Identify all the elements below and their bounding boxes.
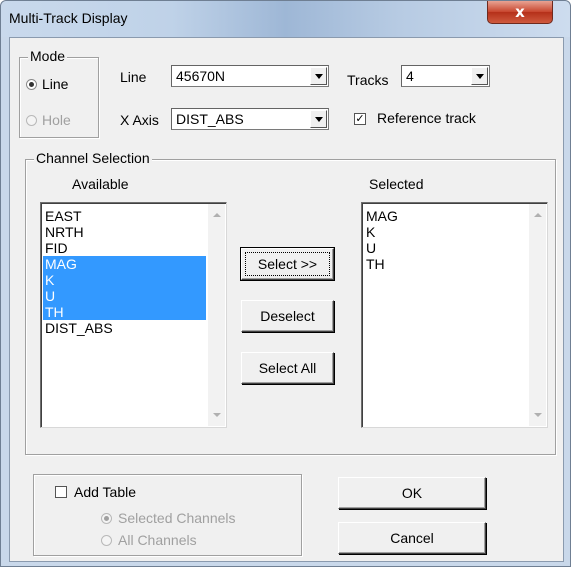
xaxis-label: X Axis (120, 112, 159, 128)
line-dropdown-button[interactable] (310, 67, 327, 85)
select-button[interactable]: Select >> (240, 247, 335, 281)
selected-scrollbar[interactable] (529, 204, 546, 426)
dialog-body: Mode Line Hole Line 45670N X Axis DIST_A… (9, 37, 564, 562)
mode-line-label[interactable]: Line (42, 76, 68, 92)
chevron-down-icon (314, 116, 323, 122)
selected-item-k[interactable]: K (364, 224, 527, 240)
available-item-mag[interactable]: MAG (43, 256, 206, 272)
xaxis-dropdown-button[interactable] (310, 110, 327, 128)
available-item-u[interactable]: U (43, 288, 206, 304)
available-item-east[interactable]: EAST (43, 208, 206, 224)
selected-channels-label: Selected Channels (118, 510, 236, 526)
select-all-button[interactable]: Select All (241, 352, 334, 384)
title-bar[interactable]: Multi-Track Display x (1, 1, 570, 37)
selected-list[interactable]: MAG K U TH (361, 202, 548, 428)
dialog-window: Multi-Track Display x Mode Line Hole Lin… (0, 0, 571, 567)
available-item-k[interactable]: K (43, 272, 206, 288)
mode-hole-radio (26, 115, 37, 126)
cancel-button[interactable]: Cancel (338, 522, 486, 554)
line-value: 45670N (176, 68, 226, 84)
deselect-button[interactable]: Deselect (241, 300, 334, 332)
selected-header: Selected (369, 176, 424, 192)
mode-hole-label: Hole (42, 112, 71, 128)
close-button[interactable]: x (487, 1, 553, 24)
reference-track-checkbox[interactable]: ✓ (354, 113, 366, 125)
tracks-dropdown-button[interactable] (471, 67, 488, 85)
xaxis-combo[interactable]: DIST_ABS (171, 108, 329, 130)
chevron-down-icon (314, 73, 323, 79)
chevron-down-icon (475, 73, 484, 79)
line-combo[interactable]: 45670N (171, 65, 329, 87)
scroll-down-icon[interactable] (213, 413, 221, 417)
scroll-down-icon[interactable] (534, 413, 542, 417)
available-list[interactable]: EAST NRTH FID MAG K U TH DIST_ABS (40, 202, 227, 428)
available-item-dist-abs[interactable]: DIST_ABS (43, 320, 206, 336)
selected-item-mag[interactable]: MAG (364, 208, 527, 224)
tracks-value: 4 (406, 68, 414, 84)
available-item-fid[interactable]: FID (43, 240, 206, 256)
selected-channels-radio (101, 513, 112, 524)
line-label: Line (120, 69, 147, 85)
available-item-th[interactable]: TH (43, 304, 206, 320)
ok-button[interactable]: OK (338, 477, 486, 509)
selected-item-th[interactable]: TH (364, 256, 527, 272)
available-scrollbar[interactable] (208, 204, 225, 426)
scroll-up-icon[interactable] (534, 213, 542, 217)
close-icon: x (515, 3, 525, 21)
scroll-up-icon[interactable] (213, 213, 221, 217)
tracks-label: Tracks (347, 72, 389, 88)
reference-track-label[interactable]: Reference track (377, 110, 476, 126)
mode-line-radio[interactable] (26, 79, 37, 90)
tracks-combo[interactable]: 4 (401, 65, 490, 87)
mode-group-title: Mode (28, 48, 68, 64)
available-item-nrth[interactable]: NRTH (43, 224, 206, 240)
all-channels-radio (101, 535, 112, 546)
window-title: Multi-Track Display (9, 10, 128, 26)
all-channels-label: All Channels (118, 532, 197, 548)
add-table-checkbox[interactable] (55, 486, 67, 498)
xaxis-value: DIST_ABS (176, 111, 244, 127)
selected-item-u[interactable]: U (364, 240, 527, 256)
available-header: Available (72, 176, 129, 192)
channel-selection-title: Channel Selection (34, 150, 152, 166)
add-table-label[interactable]: Add Table (74, 484, 139, 500)
